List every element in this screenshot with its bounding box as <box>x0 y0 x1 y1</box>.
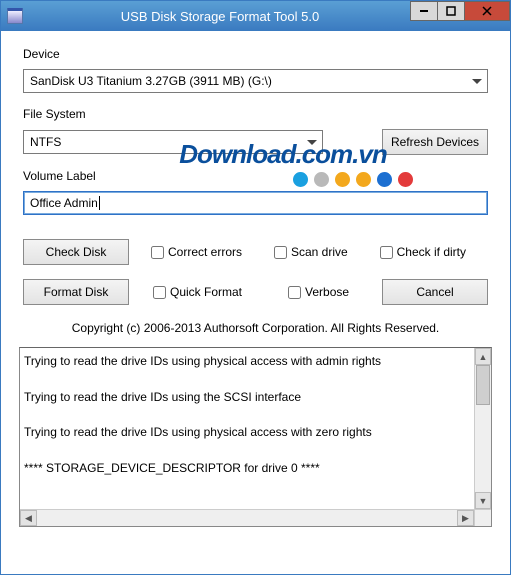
watermark-dot <box>398 172 413 187</box>
watermark-logo: Download.com.vn <box>153 139 413 187</box>
usb-icon <box>7 8 23 24</box>
close-button[interactable] <box>464 1 510 21</box>
scroll-corner <box>474 509 491 526</box>
titlebar[interactable]: USB Disk Storage Format Tool 5.0 <box>1 1 510 31</box>
scroll-thumb[interactable] <box>476 365 490 405</box>
scan-drive-checkbox[interactable]: Scan drive <box>274 245 348 259</box>
horizontal-scrollbar[interactable]: ◀ ▶ <box>20 509 474 526</box>
log-output: Trying to read the drive IDs using physi… <box>19 347 492 527</box>
watermark-dot <box>377 172 392 187</box>
watermark-dot <box>356 172 371 187</box>
watermark-dot <box>335 172 350 187</box>
cancel-button[interactable]: Cancel <box>382 279 488 305</box>
window-title: USB Disk Storage Format Tool 5.0 <box>29 9 411 24</box>
device-select[interactable]: SanDisk U3 Titanium 3.27GB (3911 MB) (G:… <box>23 69 488 93</box>
verbose-checkbox[interactable]: Verbose <box>288 285 349 299</box>
correct-errors-checkbox[interactable]: Correct errors <box>151 245 242 259</box>
volume-label-value: Office Admin <box>30 196 98 210</box>
scroll-left-arrow[interactable]: ◀ <box>20 510 37 526</box>
log-line: Trying to read the drive IDs using physi… <box>24 354 470 370</box>
check-if-dirty-checkbox[interactable]: Check if dirty <box>380 245 466 259</box>
device-label: Device <box>23 47 488 61</box>
copyright-text: Copyright (c) 2006-2013 Authorsoft Corpo… <box>23 321 488 335</box>
log-line: **** STORAGE_DEVICE_DESCRIPTOR for drive… <box>24 461 470 477</box>
watermark-dot <box>293 172 308 187</box>
scroll-down-arrow[interactable]: ▼ <box>475 492 491 509</box>
check-disk-button[interactable]: Check Disk <box>23 239 129 265</box>
quick-format-checkbox[interactable]: Quick Format <box>153 285 242 299</box>
log-line: Trying to read the drive IDs using physi… <box>24 425 470 441</box>
scroll-right-arrow[interactable]: ▶ <box>457 510 474 526</box>
filesystem-label: File System <box>23 107 488 121</box>
log-line: Trying to read the drive IDs using the S… <box>24 390 470 406</box>
minimize-button[interactable] <box>410 1 438 21</box>
vertical-scrollbar[interactable]: ▲ ▼ <box>474 348 491 509</box>
scroll-up-arrow[interactable]: ▲ <box>475 348 491 365</box>
format-disk-button[interactable]: Format Disk <box>23 279 129 305</box>
watermark-dot <box>314 172 329 187</box>
volume-label-input[interactable]: Office Admin <box>23 191 488 215</box>
maximize-button[interactable] <box>437 1 465 21</box>
